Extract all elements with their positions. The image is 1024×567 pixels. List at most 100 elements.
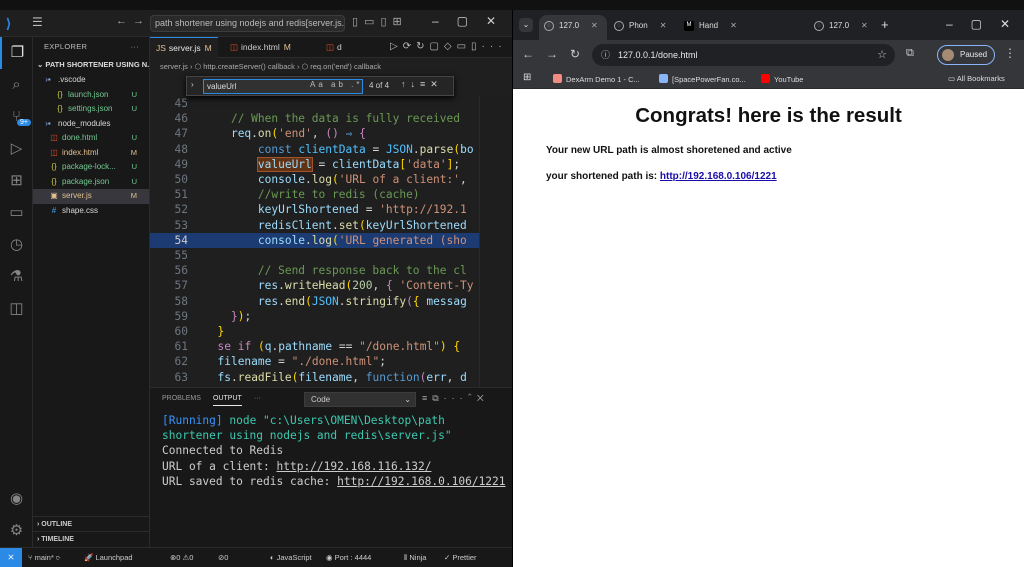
code-line[interactable]: 51 //write to redis (cache) xyxy=(150,187,513,202)
breadcrumb[interactable]: server.js › ⬡ http.createServer() callba… xyxy=(150,58,513,75)
prettier-status[interactable]: ✓ Prettier xyxy=(444,553,477,562)
code-lines[interactable]: 45 46 // When the data is fully received 4… xyxy=(150,96,513,387)
kebab-menu-icon[interactable]: ⋮ xyxy=(1004,46,1016,60)
chrome-window-controls[interactable]: –▢✕ xyxy=(946,17,1024,31)
file-item[interactable]: ›▪ node_modules xyxy=(33,117,149,132)
ports-status[interactable]: ⊘0 xyxy=(218,553,228,562)
file-item[interactable]: {} launch.json U xyxy=(33,88,149,103)
project-folder[interactable]: ⌄ PATH SHORTENER USING N... xyxy=(33,57,149,73)
panel-more-tabs[interactable]: ··· xyxy=(254,395,261,402)
profile-button[interactable]: Paused xyxy=(937,45,995,65)
code-line[interactable]: 54 console.log('URL generated (sho xyxy=(150,232,513,248)
problems-status[interactable]: ⊗0 ⚠0 xyxy=(170,553,193,562)
minimap[interactable] xyxy=(479,96,513,387)
port-status[interactable]: ◉ Port : 4444 xyxy=(326,553,371,562)
code-line[interactable]: 52 keyUrlShortened = 'http://192.1 xyxy=(150,202,513,217)
file-item[interactable]: ›▪ .vscode xyxy=(33,73,149,88)
code-line[interactable]: 63 fs.readFile(filename, function(err, d xyxy=(150,370,513,385)
shortened-url-link[interactable]: http://192.168.0.106/1221 xyxy=(660,171,777,182)
search-icon[interactable]: ⌕ xyxy=(0,69,33,101)
find-widget: › valueUrl Aa ab .* 4 of 4 ↑↓≡✕ xyxy=(186,76,454,96)
code-line[interactable]: 55 xyxy=(150,248,513,263)
file-item[interactable]: {} package-lock... U xyxy=(33,160,149,175)
address-bar[interactable]: ⓘ 127.0.0.1/done.html ☆ xyxy=(592,44,895,66)
code-line[interactable]: 58 res.end(JSON.stringify({ messag xyxy=(150,294,513,309)
code-line[interactable]: 45 xyxy=(150,96,513,111)
language-status[interactable]: ◐ JavaScript xyxy=(270,553,312,562)
apps-grid-icon[interactable]: ⊞ xyxy=(523,72,531,83)
tab-output[interactable]: OUTPUT xyxy=(213,395,242,406)
bookmark-youtube[interactable]: YouTube xyxy=(761,74,803,84)
layout-toggles[interactable]: ▯▭▯⊞ xyxy=(352,15,408,28)
close-tab-icon[interactable]: ✕ xyxy=(660,21,667,30)
menu-button[interactable]: ☰ xyxy=(32,15,43,29)
code-line[interactable]: 47 req.on('end', () ⇒ { xyxy=(150,126,513,141)
code-line[interactable]: 48 const clientData = JSON.parse(bo xyxy=(150,142,513,157)
extensions-icon[interactable]: ⊞ xyxy=(0,165,33,197)
nav-buttons[interactable]: ←→↻ xyxy=(522,47,592,61)
close-tab-icon[interactable]: ✕ xyxy=(730,21,737,30)
outline-section[interactable]: › OUTLINE xyxy=(33,516,150,531)
branch-status[interactable]: ⑂ main* ⟳ xyxy=(28,553,60,562)
testing-icon[interactable]: ⚗ xyxy=(0,261,33,293)
command-center-search[interactable]: path shortener using nodejs and redis[se… xyxy=(150,15,345,32)
launchpad-status[interactable]: 🚀 Launchpad xyxy=(84,553,133,562)
code-line[interactable]: 53 redisClient.set(keyUrlShortened xyxy=(150,218,513,233)
source-control-icon[interactable]: ⑂ xyxy=(0,101,33,133)
code-line[interactable]: 56 // Send response back to the cl xyxy=(150,263,513,278)
all-bookmarks[interactable]: ▭ All Bookmarks xyxy=(948,74,1005,83)
chrome-tab-4[interactable]: ◌ 127.0 ✕ xyxy=(809,15,877,40)
explorer-icon[interactable]: ❐ xyxy=(0,37,33,69)
site-info-icon[interactable]: ⓘ xyxy=(601,44,610,66)
tab-server-js[interactable]: JS server.js M xyxy=(150,37,218,58)
account-icon[interactable]: ◉ xyxy=(0,483,33,515)
more-actions-icon[interactable]: ··· xyxy=(131,37,139,57)
output-channel-select[interactable]: Code ⌄ xyxy=(304,392,416,407)
find-options[interactable]: Aa ab .* xyxy=(310,80,362,89)
extensions-puzzle-icon[interactable]: ⧉ xyxy=(906,47,914,60)
chrome-tab-2[interactable]: ◌ Phon ✕ xyxy=(609,15,677,40)
window-controls[interactable]: –▢✕ xyxy=(432,14,514,28)
tab-search-icon[interactable]: ⌄ xyxy=(519,18,533,32)
code-line[interactable]: 46 // When the data is fully received xyxy=(150,111,513,126)
chevron-right-icon[interactable]: › xyxy=(191,80,194,89)
file-item[interactable]: {} package.json U xyxy=(33,175,149,190)
chrome-tab-1[interactable]: ◌ 127.0 ✕ xyxy=(539,15,607,40)
code-line[interactable]: 59 }); xyxy=(150,309,513,324)
settings-gear-icon[interactable]: ⚙ xyxy=(0,515,33,547)
tab-problems[interactable]: PROBLEMS xyxy=(162,395,201,402)
bookmark-spacepowerfan[interactable]: [SpacePowerFan.co... xyxy=(659,74,746,84)
panel-actions[interactable]: ≡⧉···⌃✕ xyxy=(422,393,489,404)
remote-indicator-icon[interactable]: ⨯ xyxy=(0,548,22,567)
file-item[interactable]: ◫ done.html U xyxy=(33,131,149,146)
tab-done-html[interactable]: ◫ d xyxy=(320,37,348,58)
code-line[interactable]: 62 filename = "./done.html"; xyxy=(150,354,513,369)
ninja-status[interactable]: ⦀ Ninja xyxy=(404,553,426,563)
editor-action-icons[interactable]: ▷⟳↻▢◇▭▯··· xyxy=(390,41,507,52)
file-item[interactable]: ◫ index.html M xyxy=(33,146,149,161)
code-line[interactable]: 61 se if (q.pathname == "/done.html") { xyxy=(150,339,513,354)
code-line[interactable]: 50 console.log('URL of a client:', xyxy=(150,172,513,187)
close-tab-icon[interactable]: ✕ xyxy=(861,21,868,30)
timeline-section[interactable]: › TIMELINE xyxy=(33,531,150,546)
close-tab-icon[interactable]: ✕ xyxy=(591,21,598,30)
saved-url-link[interactable]: http://192.168.0.106/1221 xyxy=(337,475,505,488)
remote-explorer-icon[interactable]: ▭ xyxy=(0,197,33,229)
code-line[interactable]: 60 } xyxy=(150,324,513,339)
client-url-link[interactable]: http://192.168.116.132/ xyxy=(277,460,432,473)
new-tab-button[interactable]: + xyxy=(881,17,889,32)
history-nav[interactable]: ←→ xyxy=(116,15,150,27)
code-line[interactable]: 49 valueUrl = clientData['data']; xyxy=(150,156,513,172)
run-debug-icon[interactable]: ▷ xyxy=(0,133,33,165)
chat-icon[interactable]: ◫ xyxy=(0,293,33,325)
file-item[interactable]: {} settings.json U xyxy=(33,102,149,117)
tab-index-html[interactable]: ◫ index.html M xyxy=(224,37,297,58)
file-item[interactable]: # shape.css xyxy=(33,204,149,219)
gitlens-icon[interactable]: ◷ xyxy=(0,229,33,261)
file-item[interactable]: ▣ server.js M xyxy=(33,189,149,204)
bookmark-star-icon[interactable]: ☆ xyxy=(877,44,887,66)
chrome-tab-3[interactable]: M Hand ✕ xyxy=(679,15,747,40)
code-line[interactable]: 57 res.writeHead(200, { 'Content-Ty xyxy=(150,278,513,293)
bookmark-dexarm[interactable]: DexArm Demo 1 - C... xyxy=(553,74,640,84)
find-nav-buttons[interactable]: ↑↓≡✕ xyxy=(401,79,443,90)
